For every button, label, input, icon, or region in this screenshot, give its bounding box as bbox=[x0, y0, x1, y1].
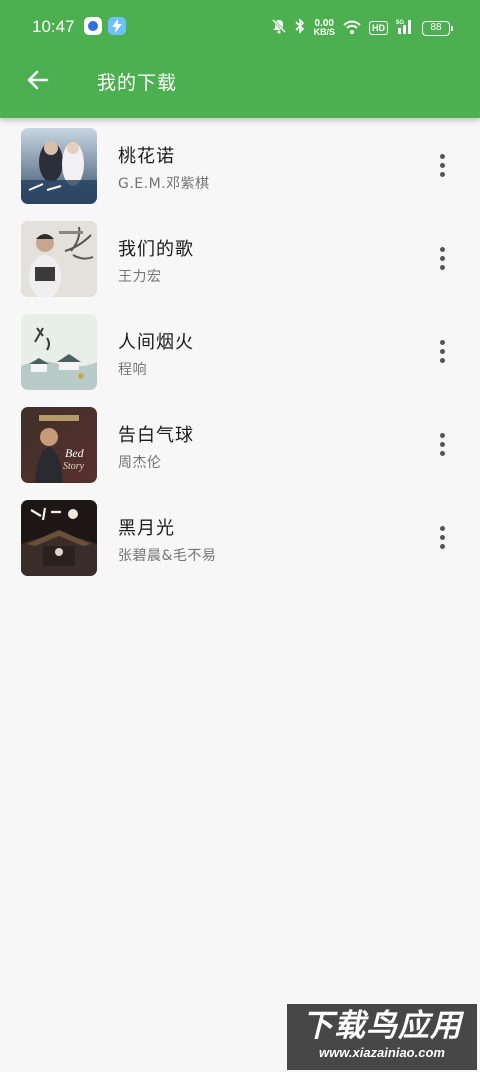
svg-text:Bed: Bed bbox=[65, 446, 85, 460]
song-artist: 张碧晨&毛不易 bbox=[118, 548, 217, 564]
status-bar: 10:47 0.00 KB/S HD 5G 88 bbox=[0, 0, 480, 56]
more-options-button[interactable] bbox=[428, 337, 456, 365]
more-vertical-icon bbox=[439, 246, 445, 252]
watermark: 下载鸟应用 www.xiazainiao.com bbox=[287, 1004, 477, 1070]
mute-icon bbox=[271, 18, 287, 38]
status-icons: 0.00 KB/S HD 5G 88 bbox=[271, 18, 453, 38]
bluetooth-icon bbox=[295, 18, 305, 38]
arrow-left-icon bbox=[27, 70, 49, 90]
hd-badge: HD bbox=[369, 21, 388, 35]
status-time: 10:47 bbox=[32, 17, 75, 36]
list-item[interactable]: 黑月光 张碧晨&毛不易 bbox=[0, 490, 480, 583]
more-vertical-icon bbox=[439, 153, 445, 159]
song-artist: G.E.M.邓紫棋 bbox=[118, 176, 210, 192]
album-cover bbox=[21, 314, 97, 390]
more-options-button[interactable] bbox=[428, 151, 456, 179]
album-cover bbox=[21, 128, 97, 204]
song-title: 桃花诺 bbox=[118, 146, 175, 167]
song-artist: 王力宏 bbox=[118, 269, 162, 285]
more-options-button[interactable] bbox=[428, 430, 456, 458]
song-artist: 程响 bbox=[118, 362, 147, 378]
album-cover bbox=[21, 221, 97, 297]
flash-icon bbox=[108, 17, 126, 35]
signal-icon: 5G bbox=[396, 18, 414, 38]
more-vertical-icon bbox=[439, 432, 445, 438]
wifi-icon bbox=[343, 19, 361, 38]
song-title: 告白气球 bbox=[118, 425, 194, 446]
page-title: 我的下载 bbox=[97, 72, 178, 94]
header: 10:47 0.00 KB/S HD 5G 88 我的下载 bbox=[0, 0, 480, 118]
net-speed-unit: KB/S bbox=[313, 27, 335, 37]
song-title: 人间烟火 bbox=[118, 332, 194, 353]
watermark-url: www.xiazainiao.com bbox=[319, 1045, 445, 1060]
song-artist: 周杰伦 bbox=[118, 455, 162, 471]
more-options-button[interactable] bbox=[428, 523, 456, 551]
list-item[interactable]: 桃花诺 G.E.M.邓紫棋 bbox=[0, 118, 480, 211]
back-button[interactable] bbox=[22, 64, 54, 96]
network-speed: 0.00 KB/S bbox=[313, 19, 335, 37]
watermark-brand: 下载鸟应用 bbox=[302, 1008, 462, 1044]
album-cover: Bed Story bbox=[21, 407, 97, 483]
list-item[interactable]: 我们的歌 王力宏 bbox=[0, 211, 480, 304]
app-notification-icon bbox=[84, 17, 102, 35]
album-cover bbox=[21, 500, 97, 576]
list-item[interactable]: 人间烟火 程响 bbox=[0, 304, 480, 397]
battery-icon: 88 bbox=[422, 20, 453, 36]
more-vertical-icon bbox=[439, 525, 445, 531]
more-vertical-icon bbox=[439, 339, 445, 345]
app-bar: 我的下载 bbox=[0, 56, 480, 118]
song-title: 我们的歌 bbox=[118, 239, 194, 260]
more-options-button[interactable] bbox=[428, 244, 456, 272]
song-title: 黑月光 bbox=[118, 518, 175, 539]
list-item[interactable]: Bed Story 告白气球 周杰伦 bbox=[0, 397, 480, 490]
svg-text:Story: Story bbox=[63, 461, 85, 472]
